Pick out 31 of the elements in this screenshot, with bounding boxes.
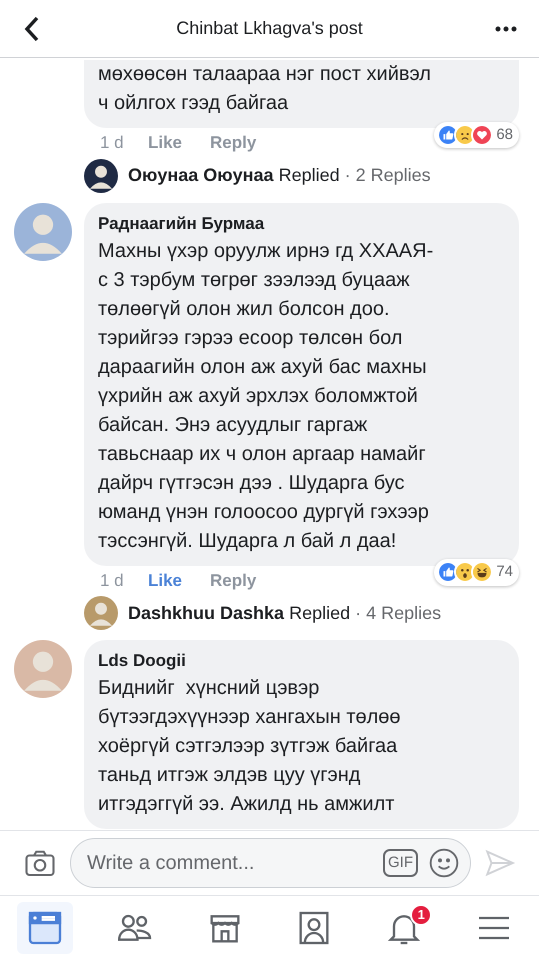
avatar xyxy=(84,158,118,192)
more-icon xyxy=(495,26,517,32)
like-link[interactable]: Like xyxy=(148,568,210,593)
comment-author[interactable]: Lds Doogii xyxy=(98,648,505,674)
nav-tab[interactable]: 1 xyxy=(376,902,432,954)
reply-summary: Оюунаа Оюунаа Replied · 2 Replies xyxy=(128,164,431,187)
avatar xyxy=(84,596,118,630)
reply-link[interactable]: Reply xyxy=(210,130,256,156)
nav-tab[interactable] xyxy=(16,902,73,954)
replies-link[interactable]: Dashkhuu Dashka Replied · 4 Replies xyxy=(84,596,519,630)
reply-summary: Dashkhuu Dashka Replied · 4 Replies xyxy=(128,602,442,625)
like-link[interactable]: Like xyxy=(148,130,210,156)
comment-text: мөхөөсөн талаараа нэг пост хийвэл ч ойлгох гээд байгаа xyxy=(98,62,432,116)
reply-link[interactable]: Reply xyxy=(210,568,256,593)
smiley-icon[interactable] xyxy=(428,847,460,879)
comment-time: 1 d xyxy=(100,132,125,154)
reaction-badge[interactable]: 68 xyxy=(434,122,519,148)
comment-text: Биднийг хүнсний цэвэр бүтээгдэхүүнээр хангахын төлөө хоёргүй сэтгэлээр зүтгэж байгаа таньд итгэж элдэв цуу үгэнд итгэдэггүй ээ. Ажилд нь амжилт xyxy=(98,676,402,817)
reaction-count: 74 xyxy=(496,562,513,582)
avatar xyxy=(14,640,72,698)
comment-field[interactable]: Write a comment... GIF xyxy=(70,838,471,888)
comment-time: 1 d xyxy=(100,570,125,592)
comment-author[interactable]: Раднаагийн Бурмаа xyxy=(98,210,505,236)
header-title: Chinbat Lkhagva's post xyxy=(175,17,364,40)
reaction-count: 68 xyxy=(496,124,513,144)
comment-text: Махны үхэр оруулж ирнэ гд ХХААЯ- с 3 тэрбум төгрөг зээлээд буцааж төлөөгүй олон жил болсон доо. тэрийгээ гэрээ есоор төлсөн бол дараагийн олон аж ахуй бас махны үхрийн аж ахуй эрхлэх боломжтой байсан. Энэ асуудлыг гаргаж тавьснаар их ч олон аргаар намайг дайрч гүтгэсэн дээ . Шударга бус юманд үнэн голоосоо дургүй гэхээр тэссэнгүй. Шударга л бай л даа! xyxy=(98,238,434,554)
avatar xyxy=(14,202,72,260)
notification-badge: 1 xyxy=(410,904,432,926)
replies-link[interactable]: Оюунаа Оюунаа Replied · 2 Replies xyxy=(84,158,519,192)
reaction-badge[interactable]: 74 xyxy=(434,559,519,586)
gif-button[interactable]: GIF xyxy=(383,849,418,877)
